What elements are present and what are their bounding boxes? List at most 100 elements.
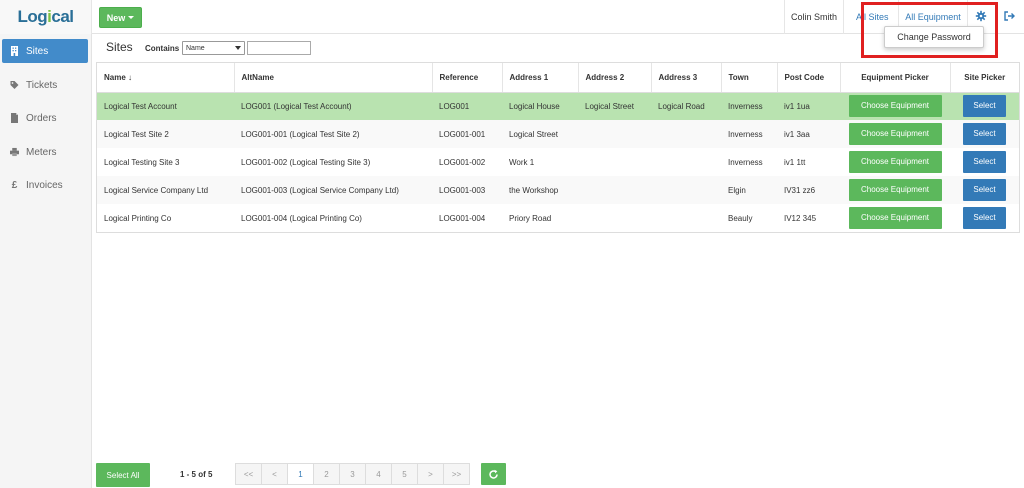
page-button-3[interactable]: 3 xyxy=(339,463,366,485)
cell-postcode: IV12 345 xyxy=(777,204,840,232)
table-row[interactable]: Logical Test Account LOG001 (Logical Tes… xyxy=(97,92,1019,120)
choose-equipment-button[interactable]: Choose Equipment xyxy=(848,179,942,201)
cell-address2: Logical Street xyxy=(578,92,651,120)
new-button-label: New xyxy=(106,12,126,23)
filter-field-select[interactable]: Name xyxy=(182,41,245,55)
cell-address3 xyxy=(651,176,721,204)
cell-address3 xyxy=(651,120,721,148)
select-site-button[interactable]: Select xyxy=(963,179,1006,201)
column-header-town[interactable]: Town xyxy=(721,63,778,93)
cell-town: Inverness xyxy=(721,148,777,176)
refresh-icon xyxy=(489,469,498,479)
column-header-address1[interactable]: Address 1 xyxy=(502,63,579,93)
cell-name: Logical Testing Site 3 xyxy=(97,148,234,176)
column-header-address3[interactable]: Address 3 xyxy=(651,63,722,93)
choose-equipment-button[interactable]: Choose Equipment xyxy=(848,95,942,118)
sidebar-item-sites[interactable]: Sites xyxy=(2,39,88,63)
cell-address1: the Workshop xyxy=(502,176,578,204)
cell-address3 xyxy=(651,204,721,232)
choose-equipment-button[interactable]: Choose Equipment xyxy=(848,123,942,145)
page-button-1[interactable]: 1 xyxy=(287,463,314,485)
pound-icon: £ xyxy=(11,179,18,191)
sidebar-item-label: Invoices xyxy=(26,179,63,191)
table-row[interactable]: Logical Testing Site 3 LOG001-002 (Logic… xyxy=(97,148,1019,176)
cell-reference: LOG001-001 xyxy=(432,120,502,148)
cell-town: Beauly xyxy=(721,204,777,232)
select-site-button[interactable]: Select xyxy=(963,207,1006,229)
cell-altname: LOG001-004 (Logical Printing Co) xyxy=(234,204,432,232)
page-title: Sites xyxy=(106,40,133,54)
cell-address3: Logical Road xyxy=(651,92,721,120)
select-site-button[interactable]: Select xyxy=(963,123,1006,145)
page-button-5[interactable]: 5 xyxy=(391,463,418,485)
sidebar-item-label: Sites xyxy=(26,45,49,57)
cell-town: Elgin xyxy=(721,176,777,204)
cell-equipment-picker: Choose Equipment xyxy=(840,204,950,232)
cell-address3 xyxy=(651,148,721,176)
table-header-row: Name ↓ AltName Reference Address 1 Addre… xyxy=(97,63,1019,93)
sidebar-item-label: Tickets xyxy=(26,79,58,91)
logo-wordmark: Logical xyxy=(17,6,74,26)
pagination-range: 1 - 5 of 5 xyxy=(180,470,213,479)
cell-name: Logical Service Company Ltd xyxy=(97,176,234,204)
cell-altname: LOG001-002 (Logical Testing Site 3) xyxy=(234,148,432,176)
column-header-equipment-picker: Equipment Picker xyxy=(840,63,951,93)
cell-altname: LOG001-003 (Logical Service Company Ltd) xyxy=(234,176,432,204)
chevron-down-icon xyxy=(128,16,135,19)
sidebar-item-meters[interactable]: Meters xyxy=(2,140,88,164)
cell-address2 xyxy=(578,176,651,204)
column-header-address2[interactable]: Address 2 xyxy=(578,63,652,93)
page-button-4[interactable]: 4 xyxy=(365,463,392,485)
column-header-name[interactable]: Name ↓ xyxy=(97,63,235,93)
sidebar-item-label: Orders xyxy=(26,112,57,124)
tag-icon xyxy=(10,80,19,90)
refresh-button[interactable] xyxy=(481,463,506,485)
cell-name: Logical Test Site 2 xyxy=(97,120,234,148)
cell-address2 xyxy=(578,120,651,148)
page-prev-button[interactable]: < xyxy=(261,463,288,485)
logo: Logical xyxy=(0,0,92,34)
choose-equipment-button[interactable]: Choose Equipment xyxy=(848,151,942,173)
column-header-reference[interactable]: Reference xyxy=(432,63,503,93)
cell-address1: Logical House xyxy=(502,92,578,120)
table-row[interactable]: Logical Test Site 2 LOG001-001 (Logical … xyxy=(97,120,1019,148)
sidebar-item-orders[interactable]: Orders xyxy=(2,106,88,130)
cell-equipment-picker: Choose Equipment xyxy=(840,120,950,148)
page-button-2[interactable]: 2 xyxy=(313,463,340,485)
cell-town: Inverness xyxy=(721,92,777,120)
logout-icon[interactable] xyxy=(1003,10,1015,22)
cell-site-picker: Select xyxy=(950,204,1019,232)
cell-address2 xyxy=(578,204,651,232)
page-next-button[interactable]: > xyxy=(417,463,444,485)
cell-name: Logical Test Account xyxy=(97,92,234,120)
cell-postcode: IV31 zz6 xyxy=(777,176,840,204)
cell-reference: LOG001 xyxy=(432,92,502,120)
select-site-button[interactable]: Select xyxy=(963,95,1006,118)
column-header-site-picker: Site Picker xyxy=(950,63,1019,93)
cell-name: Logical Printing Co xyxy=(97,204,234,232)
document-icon xyxy=(10,113,19,123)
sidebar-item-tickets[interactable]: Tickets xyxy=(2,73,88,97)
search-input[interactable] xyxy=(247,41,311,55)
user-name[interactable]: Colin Smith xyxy=(784,0,844,34)
cell-address1: Priory Road xyxy=(502,204,578,232)
cell-site-picker: Select xyxy=(950,176,1019,204)
sidebar-item-invoices[interactable]: £ Invoices xyxy=(2,173,88,197)
column-header-altname[interactable]: AltName xyxy=(234,63,433,93)
select-all-button[interactable]: Select All xyxy=(96,463,150,487)
page-first-button[interactable]: << xyxy=(235,463,262,485)
select-site-button[interactable]: Select xyxy=(963,151,1006,173)
cell-address2 xyxy=(578,148,651,176)
column-header-postcode[interactable]: Post Code xyxy=(777,63,841,93)
table-row[interactable]: Logical Printing Co LOG001-004 (Logical … xyxy=(97,204,1019,232)
choose-equipment-button[interactable]: Choose Equipment xyxy=(848,207,942,229)
sort-down-icon: ↓ xyxy=(128,72,133,82)
page-last-button[interactable]: >> xyxy=(443,463,470,485)
table-row[interactable]: Logical Service Company Ltd LOG001-003 (… xyxy=(97,176,1019,204)
highlight-annotation xyxy=(861,2,998,58)
new-button[interactable]: New xyxy=(99,7,142,28)
cell-reference: LOG001-002 xyxy=(432,148,502,176)
cell-site-picker: Select xyxy=(950,92,1019,120)
cell-site-picker: Select xyxy=(950,120,1019,148)
sites-table: Name ↓ AltName Reference Address 1 Addre… xyxy=(96,62,1020,233)
